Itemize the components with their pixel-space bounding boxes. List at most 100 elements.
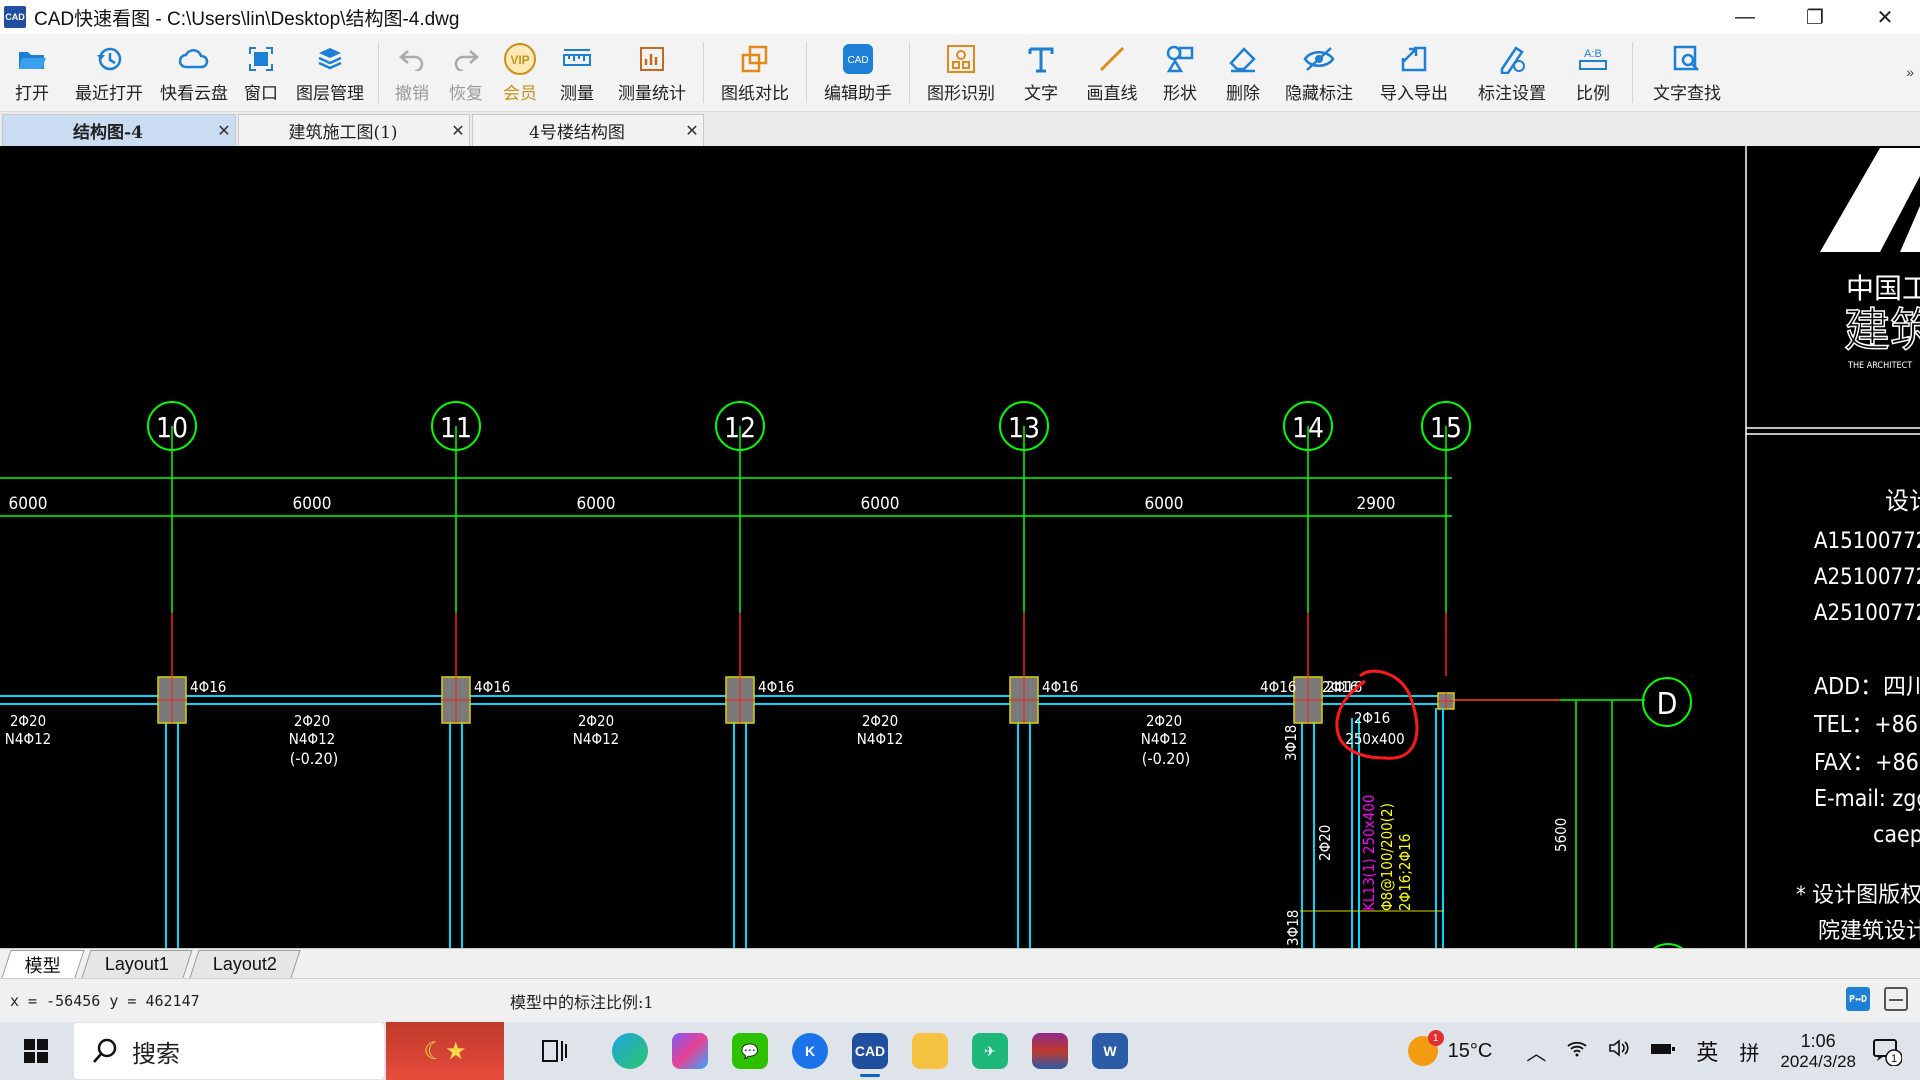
scale-button[interactable]: A:B 比例 [1560, 34, 1626, 112]
k-app[interactable]: K [780, 1022, 840, 1080]
layers-icon [313, 42, 347, 76]
wechat-app[interactable]: 💬 [720, 1022, 780, 1080]
cad-drawing[interactable]: 10 11 12 13 14 15 6000 6000 6000 6000 6000 2900 4Φ… [0, 146, 1920, 948]
battery-icon[interactable] [1650, 1040, 1676, 1063]
beam-text-bottom: N4Φ12 [5, 730, 51, 748]
chevron-up-icon[interactable]: ︿ [1526, 1037, 1546, 1066]
ribbon-more-button[interactable]: » [1906, 64, 1914, 80]
beam-text-top: 2Φ20 [862, 712, 898, 730]
annotation-settings-button[interactable]: 标注设置 [1464, 34, 1560, 112]
word-app[interactable]: W [1080, 1022, 1140, 1080]
delete-button[interactable]: 删除 [1212, 34, 1274, 112]
tool-label: 最近打开 [75, 84, 143, 103]
layer-manager-button[interactable]: 图层管理 [288, 34, 372, 112]
cert-number-1: A15100772 [1814, 529, 1920, 554]
vip-button[interactable]: VIP 会员 [493, 34, 547, 112]
notification-count: 1 [1891, 1053, 1897, 1065]
address-line: ADD：四川 [1814, 674, 1920, 700]
tool-label: 撤销 [395, 84, 429, 103]
taskbar-search-box[interactable]: 搜索 [74, 1023, 384, 1079]
tab-layout1[interactable]: Layout1 [81, 950, 193, 978]
tool-label: 窗口 [244, 84, 278, 103]
winrar-app[interactable] [1020, 1022, 1080, 1080]
status-bar: x = -56456 y = 462147 模型中的标注比例:1 P↔D [0, 978, 1920, 1022]
grid-axis-label-15: 15 [1430, 411, 1462, 444]
weather-widget[interactable]: 1 15°C [1407, 1030, 1493, 1066]
close-button[interactable]: ✕ [1850, 0, 1920, 34]
cert-number-3: A25100772 [1814, 601, 1920, 626]
tab-structure-4[interactable]: 结构图-4 ✕ [2, 114, 236, 146]
vtext-stirrup: Φ8@100/200(2) [1378, 803, 1396, 911]
tab-layout2[interactable]: Layout2 [189, 950, 301, 978]
ime-mode[interactable]: 拼 [1738, 1036, 1760, 1067]
temperature: 15°C [1447, 1039, 1493, 1062]
tab-model[interactable]: 模型 [1, 950, 85, 978]
task-view-button[interactable] [524, 1022, 584, 1080]
document-tab-bar: 结构图-4 ✕ 建筑施工图(1) ✕ 4号楼结构图 ✕ [0, 112, 1920, 146]
measure-stats-button[interactable]: 测量统计 [607, 34, 697, 112]
edge-app[interactable] [600, 1022, 660, 1080]
copilot-icon [672, 1033, 708, 1069]
eraser-icon [1226, 42, 1260, 76]
file-explorer-app[interactable] [900, 1022, 960, 1080]
grid-axis-label-13: 13 [1008, 411, 1040, 444]
design-label: 设计 [1885, 487, 1920, 515]
app-logo-icon: CAD [4, 6, 26, 28]
email-line: E-mail: zggc [1814, 786, 1920, 812]
wifi-icon[interactable] [1566, 1039, 1588, 1063]
close-tab-icon[interactable]: ✕ [681, 121, 703, 140]
compare-icon [738, 42, 772, 76]
notification-button[interactable]: 1 [1872, 1036, 1903, 1067]
column-label: 4Φ16 [758, 678, 794, 696]
undo-button[interactable]: 撤销 [385, 34, 439, 112]
dimension-text: 6000 [1145, 494, 1184, 514]
tool-label: 测量 [560, 84, 594, 103]
shape-button[interactable]: 形状 [1148, 34, 1212, 112]
restore-button[interactable]: ❐ [1780, 0, 1850, 34]
tool-label: 导入导出 [1380, 84, 1448, 103]
redo-button[interactable]: 恢复 [439, 34, 493, 112]
speaker-icon[interactable] [1608, 1039, 1630, 1063]
ime-language[interactable]: 英 [1696, 1035, 1718, 1067]
shape-recognize-button[interactable]: 图形识别 [916, 34, 1006, 112]
measure-button[interactable]: 测量 [547, 34, 607, 112]
vtext-kl13: KL13(1) 250x400 [1360, 795, 1378, 911]
dimension-lines [0, 477, 1452, 517]
fullscreen-icon[interactable] [1884, 987, 1908, 1011]
edit-assistant-button[interactable]: CAD 编辑助手 [813, 34, 903, 112]
drawing-canvas[interactable]: 10 11 12 13 14 15 6000 6000 6000 6000 6000 2900 4Φ… [0, 146, 1920, 948]
text-button[interactable]: 文字 [1006, 34, 1076, 112]
tab-label: 模型 [24, 955, 61, 976]
tool-label: 文字 [1024, 84, 1058, 103]
close-tab-icon[interactable]: ✕ [447, 121, 469, 140]
cad-app-icon: CAD [852, 1033, 888, 1069]
separator [806, 42, 807, 103]
import-export-icon [1397, 42, 1431, 76]
clock[interactable]: 1:06 2024/3/28 [1780, 1031, 1856, 1072]
text-search-button[interactable]: 文字查找 [1639, 34, 1735, 112]
minimize-button[interactable]: — [1710, 0, 1780, 34]
close-tab-icon[interactable]: ✕ [213, 121, 235, 140]
beam-text-top: 2Φ20 [578, 712, 614, 730]
hide-annotation-button[interactable]: 隐藏标注 [1274, 34, 1364, 112]
cad-app[interactable]: CAD [840, 1022, 900, 1080]
green-app[interactable]: ✈ [960, 1022, 1020, 1080]
tool-label: 编辑助手 [824, 84, 892, 103]
cloud-button[interactable]: 快看云盘 [154, 34, 234, 112]
grid-axes: 10 11 12 13 14 15 [147, 401, 1471, 676]
window-button[interactable]: 窗口 [234, 34, 288, 112]
copilot-app[interactable] [660, 1022, 720, 1080]
compare-button[interactable]: 图纸对比 [710, 34, 800, 112]
recent-button[interactable]: 最近打开 [64, 34, 154, 112]
open-button[interactable]: 打开 [0, 34, 64, 112]
start-button[interactable] [0, 1022, 72, 1080]
import-export-button[interactable]: 导入导出 [1364, 34, 1464, 112]
tool-label: 会员 [503, 84, 537, 103]
tab-building4-structure[interactable]: 4号楼结构图 ✕ [472, 114, 704, 146]
word-icon: W [1092, 1033, 1128, 1069]
tab-construction-drawing[interactable]: 建筑施工图(1) ✕ [238, 114, 470, 146]
line-button[interactable]: 画直线 [1076, 34, 1148, 112]
p2d-toggle-icon[interactable]: P↔D [1846, 987, 1870, 1011]
circled-text-bottom: 250x400 [1345, 730, 1405, 748]
promo-banner-icon[interactable]: ☾★ [386, 1022, 504, 1080]
